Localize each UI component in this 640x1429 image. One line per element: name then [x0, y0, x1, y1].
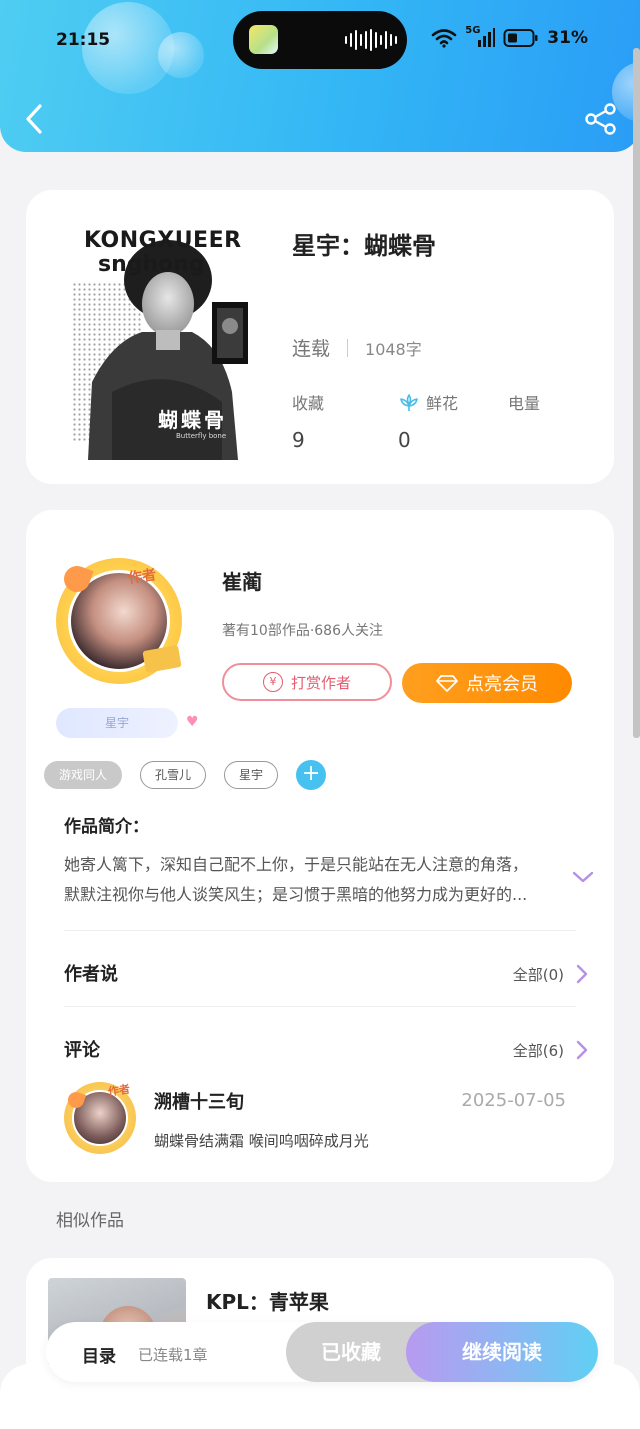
book-title: 星宇：蝴蝶骨: [292, 232, 436, 260]
cover-title-sub: snghong: [98, 252, 205, 277]
vip-button[interactable]: 点亮会员: [402, 663, 572, 703]
tag-item[interactable]: 星宇: [224, 761, 279, 789]
audio-wave-icon: [345, 29, 397, 51]
comments-all-link[interactable]: 全部(6): [513, 1040, 564, 1061]
cover-title-cn: 蝴蝶骨: [158, 408, 227, 432]
chevron-right-icon[interactable]: [576, 964, 588, 984]
divider: [64, 930, 576, 931]
diamond-icon: [436, 675, 458, 692]
comments-title: 评论: [64, 1040, 100, 1061]
intro-title: 作品简介：: [64, 817, 149, 837]
cover-title-en: Butterfly bone: [176, 432, 227, 440]
cover-title-top: KONGXUEER: [84, 228, 242, 253]
yen-icon: ¥: [262, 672, 283, 692]
author-avatar[interactable]: 作者 星宇 ♥: [46, 548, 199, 738]
tip-author-button[interactable]: ¥ 打赏作者: [222, 663, 392, 701]
intro-line: 她寄人篱下，深知自己配不上你，于是只能站在无人注意的角落，: [64, 855, 529, 874]
back-arrow-icon[interactable]: [20, 100, 50, 138]
decor-bubble: [158, 32, 204, 78]
intro-text[interactable]: 她寄人篱下，深知自己配不上你，于是只能站在无人注意的角落， 默默注视你与他人谈笑…: [64, 850, 554, 910]
scrollbar[interactable]: [633, 48, 640, 738]
intro-line: 默默注视你与他人谈笑风生；是习惯于黑暗的他努力成为更好的...: [64, 885, 528, 904]
toc-button[interactable]: 目录: [82, 1342, 116, 1367]
tag-item[interactable]: 孔雪儿: [140, 761, 207, 789]
chevron-right-icon[interactable]: [576, 1040, 588, 1060]
serial-status: 连载: [292, 338, 331, 360]
battery-icon: [503, 29, 538, 47]
chapter-count: 已连载1章: [138, 1346, 208, 1364]
cellular-signal-icon: 5G: [465, 25, 496, 49]
comment-avatar[interactable]: 作者: [62, 1080, 138, 1156]
book-cover[interactable]: KONGXUEER snghong 蝴蝶骨 Butterfly bone: [72, 222, 264, 460]
book-info-card: KONGXUEER snghong 蝴蝶骨 Butterfly bone 星宇：…: [26, 190, 614, 484]
top-header: 21:15 5G 31%: [0, 0, 640, 152]
stat-value-flower: 0: [398, 428, 411, 452]
app-icon: [249, 25, 278, 54]
divider: [347, 338, 349, 357]
book-decor-icon: [142, 645, 182, 673]
status-time: 21:15: [56, 30, 111, 50]
author-name[interactable]: 崔蔺: [222, 566, 262, 595]
comment-text: 蝴蝶骨结满霜 喉间呜咽碎成月光: [154, 1132, 369, 1150]
comment-username[interactable]: 溯槽十三旬: [154, 1088, 244, 1114]
divider: [64, 1006, 576, 1007]
book-status-row: 连载 1048字: [292, 334, 422, 361]
continue-reading-button[interactable]: 继续阅读: [406, 1322, 598, 1382]
tag-list: 游戏同人 孔雪儿 星宇 +: [44, 760, 327, 790]
flower-icon: [400, 394, 418, 411]
similar-book-title: KPL：青苹果: [206, 1290, 329, 1314]
avatar-tag: 作者: [107, 1082, 131, 1099]
similar-title: 相似作品: [56, 1211, 124, 1231]
tag-item[interactable]: 游戏同人: [44, 761, 123, 789]
status-icons: 5G 31%: [431, 25, 588, 49]
stat-value-collect: 9: [292, 428, 305, 452]
heart-icon: ♥: [186, 714, 199, 730]
dynamic-island: [233, 11, 407, 69]
author-info: 著有10部作品·686人关注: [222, 623, 383, 639]
stat-label-power: 电量: [508, 394, 541, 413]
stat-label-flower: 鲜花: [426, 394, 459, 413]
battery-percent: 31%: [547, 28, 588, 48]
stat-flower[interactable]: 鲜花: [398, 390, 458, 414]
comment-date: 2025-07-05: [461, 1090, 566, 1111]
stat-label-collect: 收藏: [292, 394, 325, 413]
tip-author-label: 打赏作者: [290, 673, 351, 692]
share-icon[interactable]: [584, 102, 618, 136]
vip-label: 点亮会员: [466, 674, 538, 695]
author-says-all-link[interactable]: 全部(0): [513, 964, 564, 985]
author-badge: 星宇: [56, 708, 178, 738]
word-count: 1048字: [365, 339, 422, 359]
add-tag-button[interactable]: +: [296, 760, 327, 790]
author-tag: 作者: [127, 567, 158, 587]
wifi-icon: [431, 29, 457, 48]
detail-card: 作者 星宇 ♥ 崔蔺 著有10部作品·686人关注 ¥ 打赏作者 点亮会员 游戏…: [26, 510, 614, 1182]
author-says-title: 作者说: [64, 964, 118, 985]
expand-chevron-icon[interactable]: [572, 870, 594, 884]
bottom-action-bar: 目录 已连载1章 已收藏 继续阅读: [46, 1322, 598, 1382]
